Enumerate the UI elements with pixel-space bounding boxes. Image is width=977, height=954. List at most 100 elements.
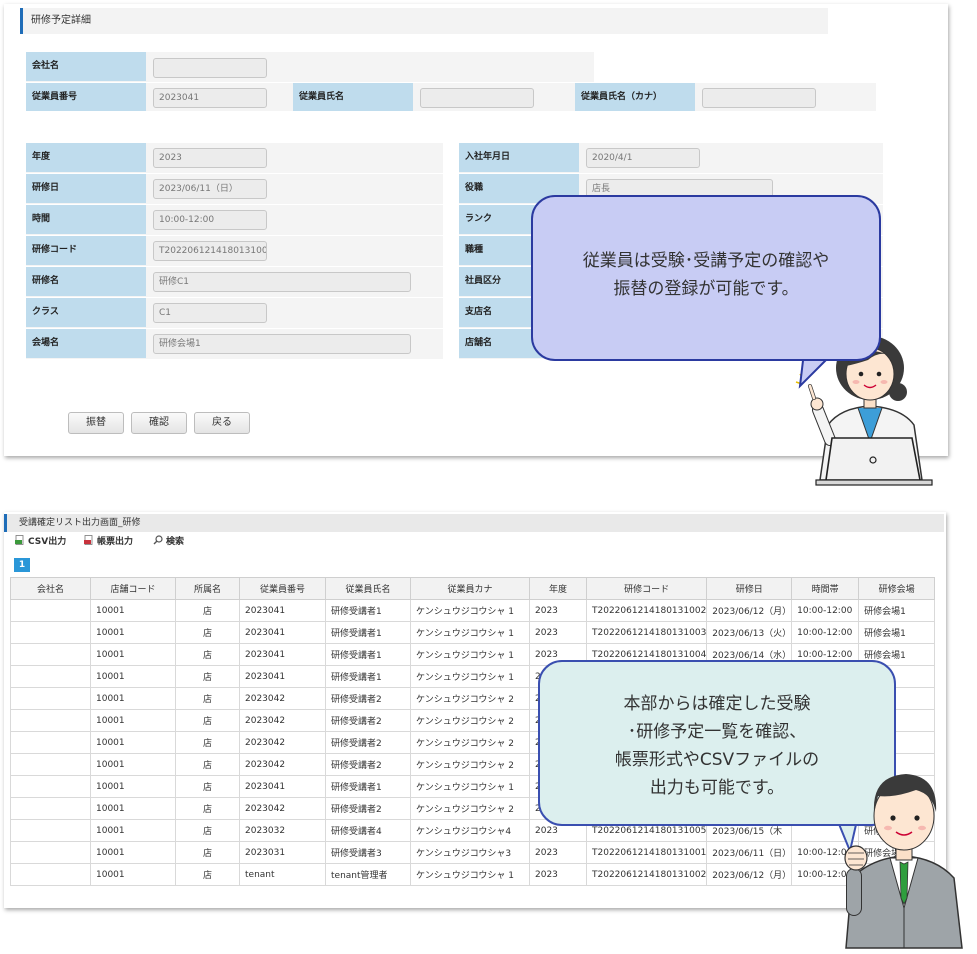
table-cell [10, 687, 91, 710]
table-cell: 2023/06/12（月） [706, 863, 793, 886]
table-cell [10, 665, 91, 688]
table-cell: 2023 [529, 599, 587, 622]
confirm-button[interactable]: 確認 [131, 412, 187, 434]
training-name-field[interactable]: 研修C1 [153, 272, 411, 292]
table-cell: 研修会場1 [858, 599, 936, 622]
table-cell: 店 [175, 709, 240, 732]
column-header[interactable]: 会社名 [10, 577, 91, 600]
table-cell: ケンシュウジコウシャ 2 [410, 731, 530, 754]
csv-export-button[interactable]: CSV出力 [15, 535, 66, 549]
table-cell: 10001 [90, 731, 176, 754]
table-cell: 10001 [90, 643, 176, 666]
table-cell: 店 [175, 841, 240, 864]
table-cell: 研修受講者2 [325, 731, 411, 754]
table-cell: ケンシュウジコウシャ 2 [410, 709, 530, 732]
column-header[interactable]: 年度 [529, 577, 587, 600]
back-button[interactable]: 戻る [194, 412, 250, 434]
column-header[interactable]: 研修会場 [858, 577, 936, 600]
column-header[interactable]: 研修コード [585, 577, 708, 600]
table-cell: 2023041 [239, 665, 326, 688]
csv-file-icon [15, 535, 25, 545]
table-cell: 10001 [90, 599, 176, 622]
table-cell: 10001 [90, 621, 176, 644]
table-cell: 10001 [90, 753, 176, 776]
table-row[interactable]: 10001 店 2023041 研修受講者1 ケンシュウジコウシャ 1 2023 T2022… [10, 599, 936, 622]
label-employee-kana: 従業員氏名（カナ） [575, 83, 695, 111]
table-cell: 2023/06/13（火） [706, 621, 793, 644]
table-cell [10, 819, 91, 842]
year-field[interactable]: 2023 [153, 148, 267, 168]
hire-date-field[interactable]: 2020/4/1 [586, 148, 700, 168]
bubble-line: 振替の登録が可能です。 [613, 279, 799, 299]
table-cell: ケンシュウジコウシャ 1 [410, 643, 530, 666]
table-cell: ケンシュウジコウシャ 1 [410, 599, 530, 622]
training-code-field[interactable]: T2022061214180131001 [153, 241, 267, 261]
table-cell: ケンシュウジコウシャ 1 [410, 621, 530, 644]
table-cell: T2022061214180131003 [585, 621, 708, 644]
table-cell [10, 731, 91, 754]
page-number-1[interactable]: 1 [14, 558, 30, 572]
column-header[interactable]: 所属名 [175, 577, 240, 600]
table-cell: 研修受講者1 [325, 621, 411, 644]
table-row[interactable]: 10001 店 2023031 研修受講者3 ケンシュウジコウシャ3 2023 T20220… [10, 841, 936, 864]
column-header[interactable]: 従業員番号 [239, 577, 326, 600]
employee-kana-field[interactable] [702, 88, 816, 108]
employee-number-field[interactable]: 2023041 [153, 88, 267, 108]
table-cell: 研修受講者4 [325, 819, 411, 842]
table-cell: 10001 [90, 841, 176, 864]
column-header[interactable]: 研修日 [706, 577, 793, 600]
table-cell: 研修受講者1 [325, 665, 411, 688]
report-export-button[interactable]: 帳票出力 [84, 535, 133, 549]
table-cell: ケンシュウジコウシャ3 [410, 841, 530, 864]
table-cell: T2022061214180131002 [585, 863, 708, 886]
label-class: クラス [26, 298, 146, 327]
search-button[interactable]: 検索 [153, 535, 184, 549]
employee-name-field[interactable] [420, 88, 534, 108]
column-header[interactable]: 時間帯 [791, 577, 860, 600]
time-field[interactable]: 10:00-12:00 [153, 210, 267, 230]
table-cell: 10001 [90, 819, 176, 842]
table-cell: 2023042 [239, 753, 326, 776]
table-cell: tenant [239, 863, 326, 886]
venue-field[interactable]: 研修会場1 [153, 334, 411, 354]
table-cell: 2023042 [239, 797, 326, 820]
transfer-button[interactable]: 振替 [68, 412, 124, 434]
table-cell: 2023/06/11（日） [706, 841, 793, 864]
table-cell [10, 797, 91, 820]
label-company: 会社名 [26, 52, 146, 81]
column-header[interactable]: 店舗コード [90, 577, 176, 600]
table-cell: 2023042 [239, 731, 326, 754]
table-cell: 研修受講者3 [325, 841, 411, 864]
column-header[interactable]: 従業員カナ [410, 577, 530, 600]
column-header[interactable]: 従業員氏名 [325, 577, 411, 600]
table-cell: 10:00-12:00 [791, 621, 860, 644]
search-label: 検索 [166, 537, 185, 547]
training-date-field[interactable]: 2023/06/11（日） [153, 179, 267, 199]
table-cell: 店 [175, 731, 240, 754]
bubble-line: 従業員は受験･受講予定の確認や [582, 251, 830, 271]
table-cell: T2022061214180131001 [585, 841, 708, 864]
table-cell [10, 753, 91, 776]
table-cell: ケンシュウジコウシャ 1 [410, 775, 530, 798]
company-field[interactable] [153, 58, 267, 78]
csv-export-label: CSV出力 [28, 537, 67, 547]
employee-speech-bubble: 従業員は受験･受講予定の確認や 振替の登録が可能です。 [531, 195, 881, 361]
table-cell: 店 [175, 819, 240, 842]
table-cell: 2023031 [239, 841, 326, 864]
label-training-date: 研修日 [26, 174, 146, 203]
table-row[interactable]: 10001 店 2023041 研修受講者1 ケンシュウジコウシャ 1 2023 T2022… [10, 621, 936, 644]
table-cell: 店 [175, 599, 240, 622]
table-row[interactable]: 10001 店 tenant tenant管理者 ケンシュウジコウシャ 1 2023 T20… [10, 863, 936, 886]
table-cell: 店 [175, 863, 240, 886]
table-cell: 2023041 [239, 621, 326, 644]
label-hire-date: 入社年月日 [459, 143, 579, 172]
label-training-name: 研修名 [26, 267, 146, 296]
table-cell: ケンシュウジコウシャ 1 [410, 863, 530, 886]
table-cell: 10001 [90, 709, 176, 732]
table-cell: 2023042 [239, 687, 326, 710]
table-cell: 10001 [90, 687, 176, 710]
class-field[interactable]: C1 [153, 303, 267, 323]
table-cell: T2022061214180131002 [585, 599, 708, 622]
table-cell: 店 [175, 797, 240, 820]
table-cell: 10001 [90, 797, 176, 820]
